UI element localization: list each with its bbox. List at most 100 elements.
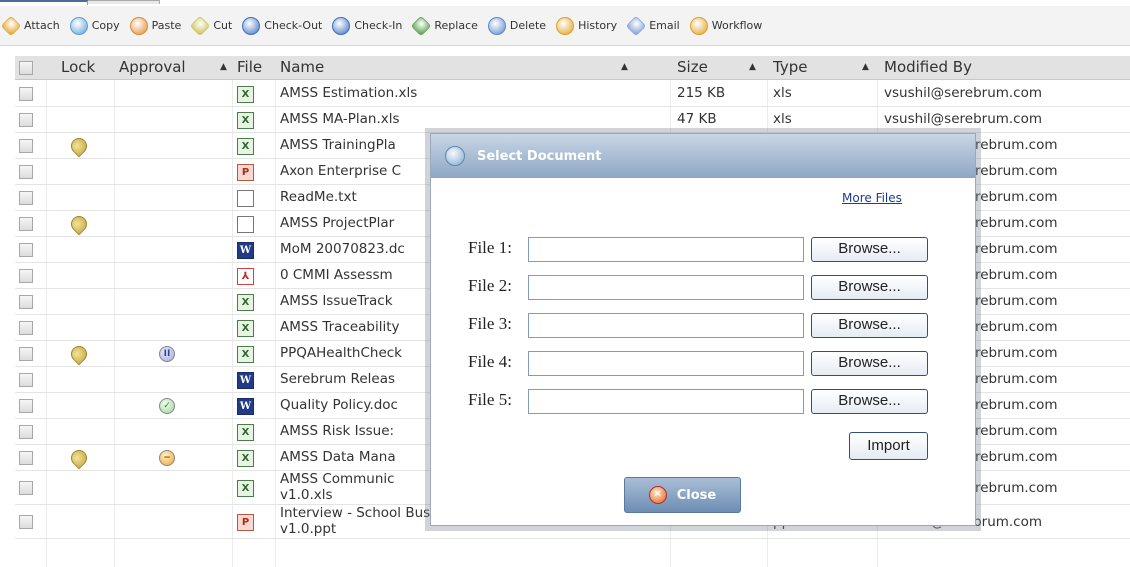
dialog-title-bar[interactable]: Select Document (431, 134, 975, 178)
type-column-header[interactable]: Type (773, 58, 807, 76)
file-column-header[interactable]: File (237, 58, 262, 76)
file-2-input[interactable] (528, 275, 804, 300)
file-4-browse-button[interactable]: Browse... (811, 351, 928, 376)
modified-by-cell: rebrum.com (975, 189, 1058, 205)
file-5-label: File 5: (468, 390, 512, 409)
close-button[interactable]: ✕ Close (624, 477, 741, 513)
replace-button[interactable]: Replace (411, 15, 478, 36)
workflow-button[interactable]: Workflow (689, 16, 762, 35)
file-1-browse-button[interactable]: Browse... (811, 237, 928, 262)
file-name-link[interactable]: AMSS Estimation.xls (280, 85, 665, 101)
table-row[interactable]: X AMSS Estimation.xls 215 KB xls vsushil@ser… (15, 81, 1130, 107)
toolbar-label: Copy (91, 19, 120, 32)
file-4-label: File 4: (468, 352, 512, 371)
name-column-header[interactable]: Name (280, 58, 324, 76)
sort-asc-icon: ▲ (621, 62, 628, 72)
row-checkbox[interactable] (19, 191, 33, 205)
file-5-browse-button[interactable]: Browse... (811, 389, 928, 414)
approval-pause-icon: II (159, 346, 175, 362)
lock-tag-icon (67, 342, 91, 366)
modified-by-cell: rebrum.com (975, 480, 1058, 496)
row-checkbox[interactable] (19, 139, 33, 153)
xls-file-icon: X (237, 424, 254, 441)
file-3-browse-button[interactable]: Browse... (811, 313, 928, 338)
cut-button[interactable]: Cut (190, 15, 232, 36)
row-checkbox[interactable] (19, 347, 33, 361)
file-3-input[interactable] (528, 313, 804, 338)
type-cell: xls (773, 111, 792, 127)
check-out-button[interactable]: Check-Out (242, 16, 322, 35)
size-column-header[interactable]: Size (677, 58, 708, 76)
modified-by-column-header[interactable]: Modified By (884, 58, 972, 76)
close-button-label: Close (676, 487, 717, 503)
close-icon: ✕ (648, 486, 667, 504)
delete-button[interactable]: Delete (487, 16, 546, 35)
row-checkbox[interactable] (19, 425, 33, 439)
toolbar-label: Replace (434, 19, 478, 32)
approval-column-header[interactable]: Approval (119, 58, 186, 76)
modified-by-cell: rebrum.com (975, 423, 1058, 439)
file-name-link[interactable]: AMSS MA-Plan.xls (280, 111, 665, 127)
modified-by-cell: rebrum.com (975, 293, 1058, 309)
lock-tag-icon (67, 446, 91, 470)
file-1-input[interactable] (528, 237, 804, 262)
doc-file-icon: W (237, 398, 254, 415)
table-row[interactable]: X AMSS MA-Plan.xls 47 KB xls vsushil@serebru… (15, 107, 1130, 133)
row-checkbox[interactable] (19, 373, 33, 387)
check-in-button[interactable]: Check-In (332, 16, 402, 35)
modified-by-cell: rebrum.com (975, 319, 1058, 335)
email-button[interactable]: Email (626, 15, 680, 36)
import-button[interactable]: Import (849, 432, 928, 460)
attach-button[interactable]: Attach (0, 15, 60, 36)
toolbar: Attach Copy Paste Cut Check-Out Check-In Repla… (0, 6, 1130, 46)
xls-file-icon: X (237, 480, 254, 497)
paste-button[interactable]: Paste (129, 16, 182, 35)
file-1-label: File 1: (468, 238, 512, 257)
tab-inactive[interactable] (88, 0, 160, 4)
row-checkbox[interactable] (19, 295, 33, 309)
row-checkbox[interactable] (19, 165, 33, 179)
modified-by-cell: rebrum.com (975, 137, 1058, 153)
xls-file-icon: X (237, 450, 254, 467)
history-button[interactable]: History (556, 16, 618, 35)
file-5-input[interactable] (528, 389, 804, 414)
cut-icon (190, 15, 211, 36)
tab-active[interactable] (0, 0, 88, 5)
file-2-browse-button[interactable]: Browse... (811, 275, 928, 300)
ppt-file-icon: P (237, 164, 254, 181)
row-checkbox[interactable] (19, 451, 33, 465)
row-checkbox[interactable] (19, 243, 33, 257)
copy-icon (69, 16, 88, 35)
file-4-input[interactable] (528, 351, 804, 376)
row-checkbox[interactable] (19, 113, 33, 127)
grid-header: Lock Approval ▲ File Name ▲ Size ▲ Type … (15, 56, 1130, 80)
copy-button[interactable]: Copy (69, 16, 120, 35)
row-checkbox[interactable] (19, 217, 33, 231)
toolbar-label: Paste (151, 19, 182, 32)
sort-asc-icon: ▲ (220, 62, 227, 72)
txt-file-icon (237, 190, 254, 207)
replace-icon (411, 15, 432, 36)
xls-file-icon: X (237, 112, 254, 129)
toolbar-label: History (578, 19, 618, 32)
row-checkbox[interactable] (19, 481, 33, 495)
dialog-title: Select Document (477, 148, 602, 164)
doc-file-icon: W (237, 242, 254, 259)
row-checkbox[interactable] (19, 269, 33, 283)
txt-file-icon (237, 216, 254, 233)
ppt-file-icon: P (237, 514, 254, 531)
modified-by-cell: rebrum.com (975, 163, 1058, 179)
sort-asc-icon: ▲ (862, 62, 869, 72)
xls-file-icon: X (237, 138, 254, 155)
xls-file-icon: X (237, 86, 254, 103)
select-all-checkbox[interactable] (19, 61, 33, 75)
approval-ok-icon: ✓ (159, 398, 175, 414)
type-cell: xls (773, 85, 792, 101)
more-files-link[interactable]: More Files (842, 191, 902, 205)
row-checkbox[interactable] (19, 399, 33, 413)
modified-by-cell: rebrum.com (975, 241, 1058, 257)
lock-column-header[interactable]: Lock (61, 58, 95, 76)
row-checkbox[interactable] (19, 87, 33, 101)
row-checkbox[interactable] (19, 515, 33, 529)
row-checkbox[interactable] (19, 321, 33, 335)
